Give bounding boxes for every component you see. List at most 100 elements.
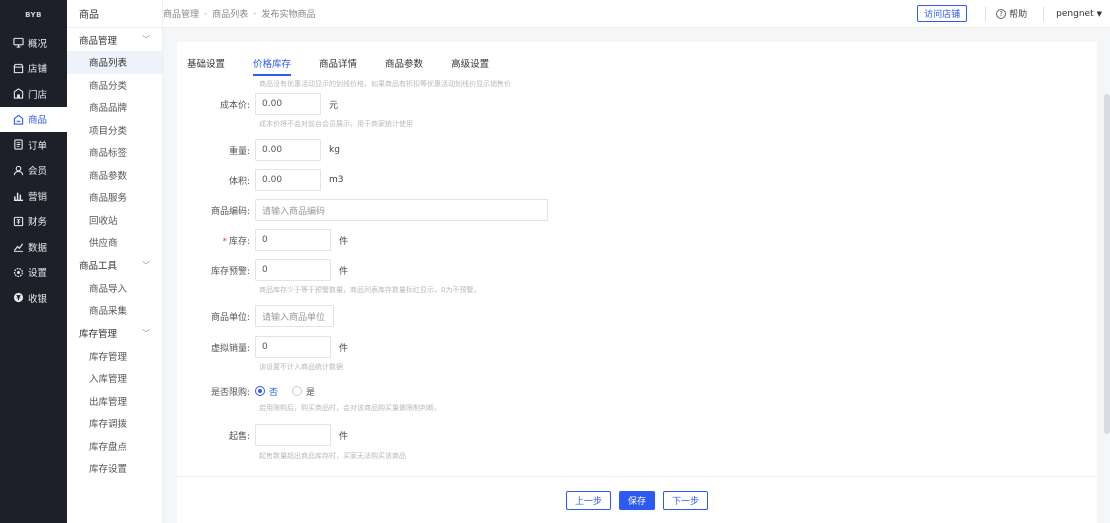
weight-row: 重量: 0.00 kg: [177, 139, 340, 161]
unit-label: 件: [339, 266, 349, 277]
chevron-down-icon: ﹀: [142, 328, 150, 338]
tab-goods-detail[interactable]: 商品详情: [319, 56, 357, 74]
chevron-down-icon: ﹀: [142, 260, 150, 270]
min-buy-row: 起售: 件: [177, 424, 348, 446]
submenu-item[interactable]: 库存盘点: [67, 435, 162, 458]
nav-item-label: 商品: [28, 115, 48, 127]
limit-purchase-yes-radio[interactable]: 是: [292, 385, 315, 398]
submenu-group[interactable]: 库存管理 ﹀: [67, 322, 162, 345]
unit-label: 件: [339, 236, 349, 247]
nav-item-0[interactable]: 概况: [0, 30, 67, 56]
breadcrumb: 商品管理 - 商品列表 - 发布实物商品: [163, 7, 316, 21]
breadcrumb-item[interactable]: 商品列表: [212, 7, 248, 20]
tab-basic-settings[interactable]: 基础设置: [187, 56, 225, 74]
chart-icon: [12, 190, 24, 202]
nav-item-label: 数据: [28, 242, 48, 254]
volume-row: 体积: 0.00 m3: [177, 169, 344, 191]
breadcrumb-item[interactable]: 商品管理: [163, 7, 199, 20]
nav-item-6[interactable]: 营销: [0, 183, 67, 209]
submenu-item[interactable]: 商品列表: [67, 51, 162, 74]
volume-input[interactable]: 0.00: [255, 169, 321, 191]
submenu-item[interactable]: 商品分类: [67, 74, 162, 97]
next-step-button[interactable]: 下一步: [663, 490, 709, 510]
submenu-item[interactable]: 商品品牌: [67, 96, 162, 119]
breadcrumb-separator: -: [204, 8, 208, 19]
virtual-sales-row: 虚拟销量: 0 件: [177, 336, 348, 358]
caret-down-icon: ▼: [1096, 9, 1102, 18]
user-name: pengnet: [1056, 8, 1094, 19]
submenu-item[interactable]: 库存管理: [67, 345, 162, 368]
submenu-item[interactable]: 供应商: [67, 231, 162, 254]
prev-step-button[interactable]: 上一步: [565, 490, 611, 510]
limit-purchase-no-radio[interactable]: 否: [255, 385, 278, 398]
nav-item-4[interactable]: 订单: [0, 132, 67, 158]
submenu-group[interactable]: 商品工具 ﹀: [67, 254, 162, 277]
nav-item-3[interactable]: 商品: [0, 106, 67, 132]
submenu-item[interactable]: 库存设置: [67, 457, 162, 480]
submenu-item[interactable]: 商品参数: [67, 164, 162, 187]
submenu-item[interactable]: 商品服务: [67, 186, 162, 209]
submenu-item[interactable]: 出库管理: [67, 390, 162, 413]
submenu-group[interactable]: 商品管理 ﹀: [67, 28, 162, 51]
field-hint: 该设置不计入商品统计数据: [259, 363, 343, 371]
nav-item-10[interactable]: 收银: [0, 285, 67, 311]
limit-purchase-row: 是否限购: 否 是: [177, 380, 329, 402]
field-label: 是否限购:: [210, 387, 250, 398]
submenu-item[interactable]: 商品标签: [67, 141, 162, 164]
chevron-down-icon: ﹀: [142, 35, 150, 44]
sub-menu: 商品 商品管理 ﹀ 商品列表 商品分类 商品品牌 项目分类 商品标签 商品参数 商品服务 回收站供…: [67, 0, 163, 523]
submenu-group-label: 商品工具: [79, 261, 118, 272]
cost-price-row: 成本价: 0.00 元: [177, 93, 338, 115]
field-hint: 起售数量超出商品库存时，买家无法购买该商品: [259, 452, 406, 460]
virtual-sales-input[interactable]: 0: [255, 336, 331, 358]
vertical-scrollbar[interactable]: [1104, 94, 1110, 434]
field-hint: 商品库存少于等于预警数量，商品列表库存数量标红显示，0为不预警。: [259, 286, 481, 294]
nav-item-label: 营销: [28, 191, 48, 203]
submenu-item[interactable]: 库存调拨: [67, 412, 162, 435]
submenu-item[interactable]: 商品导入: [67, 277, 162, 300]
save-button[interactable]: 保存: [618, 490, 655, 510]
nav-item-5[interactable]: 会员: [0, 158, 67, 184]
goods-unit-input[interactable]: 请输入商品单位: [255, 305, 334, 327]
stock-alert-input[interactable]: 0: [255, 259, 331, 281]
tab-price-stock[interactable]: 价格库存: [253, 56, 292, 76]
nav-item-1[interactable]: 店铺: [0, 56, 67, 82]
nav-item-2[interactable]: 门店: [0, 81, 67, 107]
submenu-item[interactable]: 回收站: [67, 209, 162, 232]
stock-input[interactable]: 0: [255, 229, 331, 251]
breadcrumb-current: 发布实物商品: [261, 10, 316, 20]
cashier-icon: [12, 292, 24, 304]
tab-advanced-settings[interactable]: 高级设置: [451, 56, 489, 74]
nav-item-label: 概况: [28, 38, 48, 50]
nav-item-label: 会员: [28, 166, 48, 178]
sku-code-input[interactable]: 请输入商品编码: [255, 199, 548, 221]
submenu-item[interactable]: 入库管理: [67, 367, 162, 390]
nav-item-8[interactable]: 数据: [0, 234, 67, 260]
visit-store-button[interactable]: 访问店铺: [917, 5, 968, 22]
cost-price-input[interactable]: 0.00: [255, 93, 321, 115]
finance-icon: [12, 215, 24, 227]
nav-item-label: 门店: [28, 89, 48, 101]
submenu-item[interactable]: 商品采集: [67, 299, 162, 322]
monitor-icon: [12, 37, 24, 49]
nav-item-label: 收银: [28, 293, 48, 305]
header-actions: 访问店铺 ? 帮助 pengnet ▼: [917, 0, 1110, 28]
settings-icon: [12, 266, 24, 278]
user-menu[interactable]: pengnet ▼: [1044, 9, 1110, 19]
unit-label: kg: [329, 145, 340, 155]
submenu-item[interactable]: 项目分类: [67, 119, 162, 142]
help-link[interactable]: ? 帮助: [986, 7, 1043, 20]
app-logo: BYB: [25, 11, 42, 19]
member-icon: [12, 164, 24, 176]
field-label: 成本价:: [219, 100, 250, 111]
nav-item-9[interactable]: 设置: [0, 260, 67, 286]
nav-item-label: 财务: [28, 217, 48, 229]
nav-item-label: 订单: [28, 140, 48, 152]
min-buy-input[interactable]: [255, 424, 331, 446]
tab-goods-params[interactable]: 商品参数: [385, 56, 423, 74]
weight-input[interactable]: 0.00: [255, 139, 321, 161]
unit-label: m3: [329, 175, 344, 185]
stock-row: * 库存: 0 件: [177, 229, 348, 251]
stock-label: * 库存:: [222, 236, 250, 247]
nav-item-7[interactable]: 财务: [0, 209, 67, 235]
